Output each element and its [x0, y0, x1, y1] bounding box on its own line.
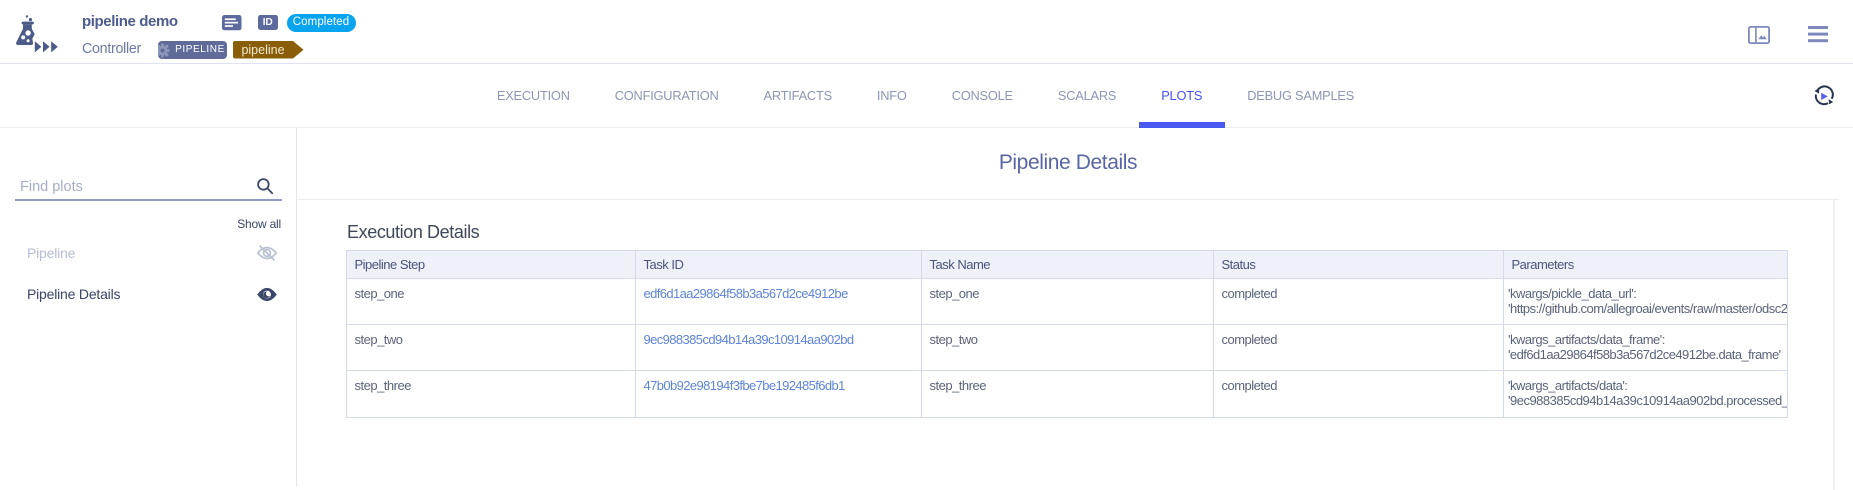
svg-text:pipeline: pipeline — [241, 43, 284, 57]
